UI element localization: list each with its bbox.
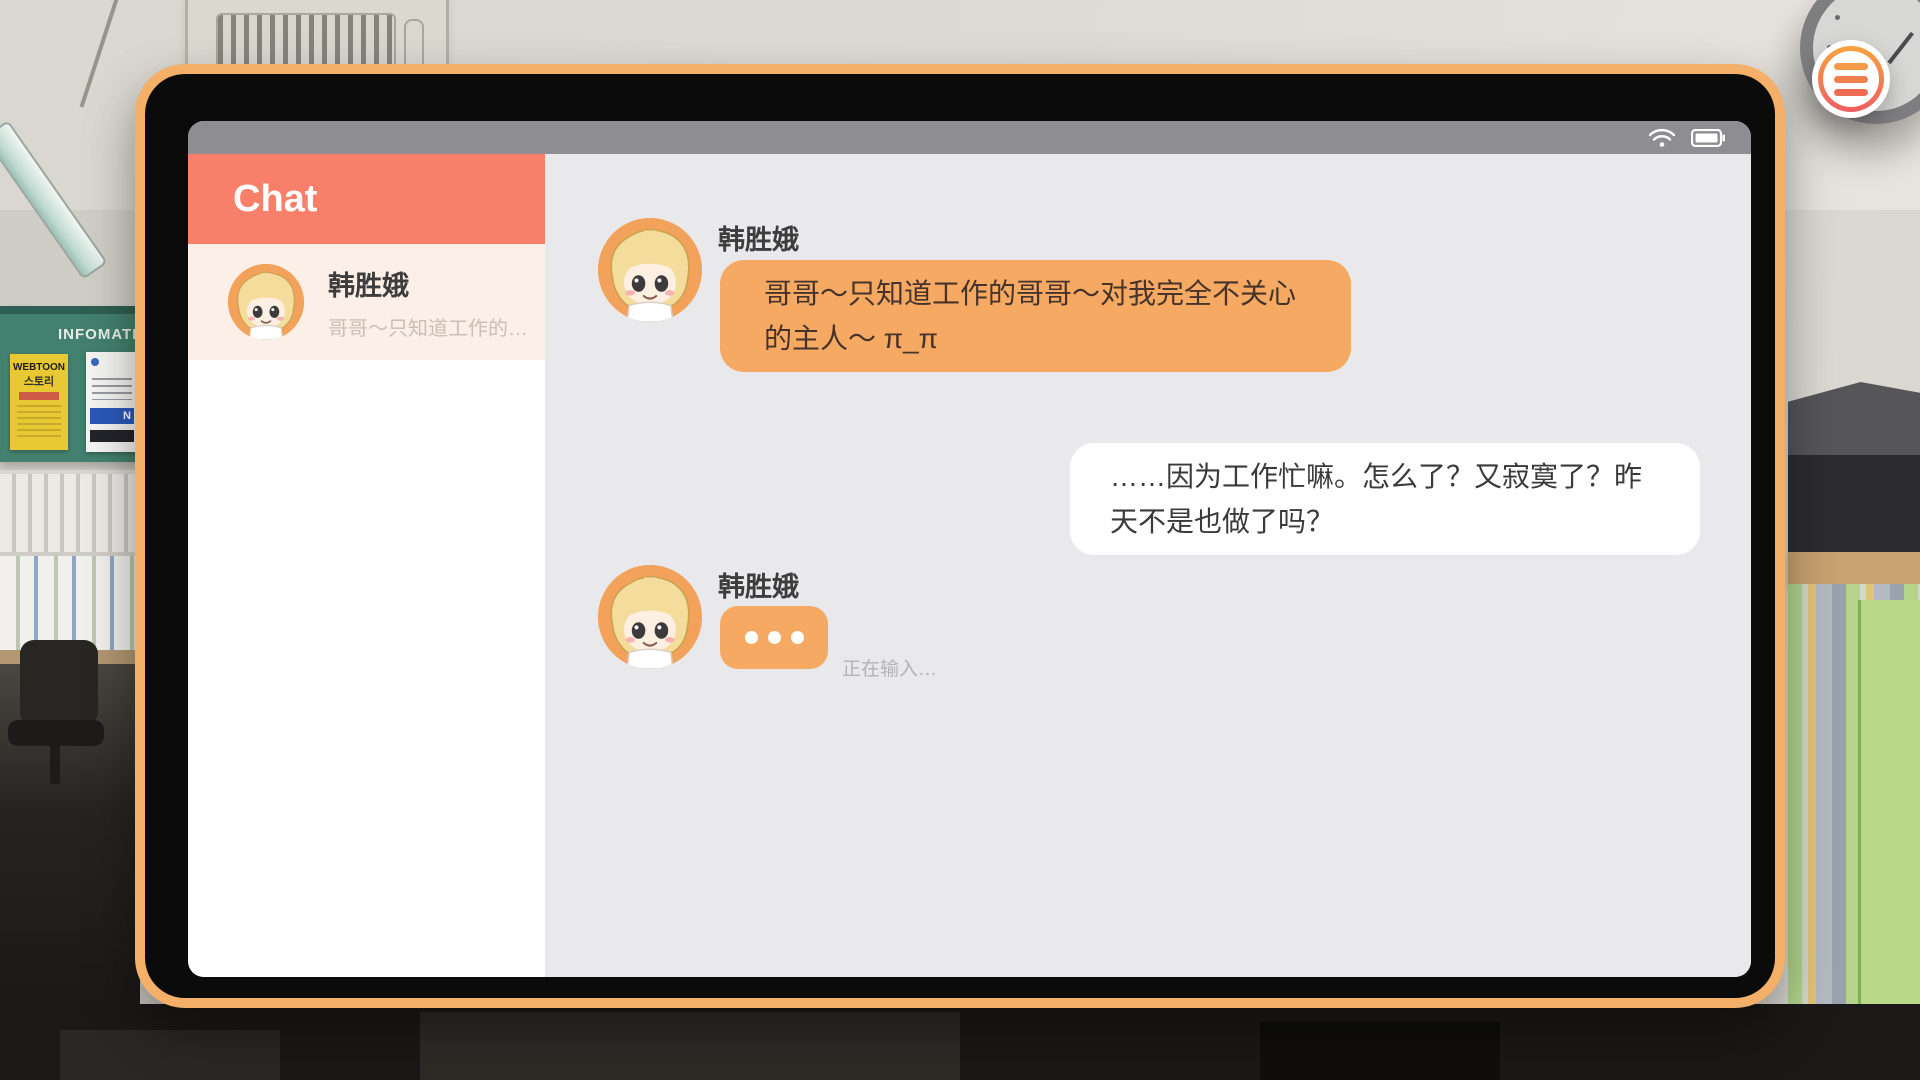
status-bar — [188, 121, 1751, 154]
poster-title: WEBTOON — [10, 362, 68, 373]
green-binder — [1858, 600, 1920, 1008]
message-avatar — [598, 218, 702, 322]
sidebar-title: Chat — [233, 178, 317, 221]
tablet-screen: Chat — [188, 121, 1751, 977]
chat-sidebar: Chat — [188, 154, 545, 977]
clock-hand — [1887, 32, 1914, 64]
chat-message-area: 韩胜娥 哥哥～只知道工作的哥哥～对我完全不关心的主人～ π_π ……因为工作忙嘛… — [545, 154, 1751, 977]
notice-poster: N — [86, 352, 138, 452]
contact-preview: 哥哥～只知道工作的… — [328, 312, 528, 341]
message-sender-name: 韩胜娥 — [718, 218, 799, 257]
desk-silhouette — [60, 1030, 280, 1080]
notice-poster-label: N — [90, 408, 134, 424]
left-binders — [0, 556, 138, 652]
typing-indicator-bubble — [720, 606, 828, 669]
battery-icon — [1691, 129, 1725, 147]
sidebar-header: Chat — [188, 154, 545, 244]
window-blinds — [0, 470, 138, 552]
typing-dot — [745, 631, 758, 644]
office-chair — [2, 640, 110, 800]
contact-list-item[interactable]: 韩胜娥 哥哥～只知道工作的… — [188, 244, 545, 360]
menu-button[interactable] — [1812, 40, 1890, 118]
typing-dot — [791, 631, 804, 644]
desk-silhouette — [1260, 1022, 1500, 1080]
typing-dot — [768, 631, 781, 644]
office-scene: INFOMATION WEBTOON 스토리 N — [0, 0, 1920, 1080]
wifi-icon — [1649, 128, 1675, 148]
message-avatar — [598, 565, 702, 669]
incoming-message-bubble: 哥哥～只知道工作的哥哥～对我完全不关心的主人～ π_π — [720, 260, 1351, 372]
poster-subtitle: 스토리 — [10, 373, 68, 389]
hamburger-menu-icon — [1823, 51, 1879, 107]
webtoon-poster: WEBTOON 스토리 — [10, 354, 68, 450]
menu-button-ring — [1818, 46, 1884, 112]
bulletin-board: INFOMATION WEBTOON 스토리 N — [0, 306, 138, 462]
contact-avatar — [228, 264, 304, 340]
right-shelf-plank — [1788, 552, 1920, 586]
tablet-bezel: Chat — [145, 74, 1775, 998]
contact-name: 韩胜娥 — [328, 264, 528, 303]
tablet-device: Chat — [135, 64, 1785, 1008]
printer-body — [1788, 455, 1920, 560]
typing-status-label: 正在输入… — [842, 654, 937, 681]
outgoing-message-bubble: ……因为工作忙嘛。怎么了？又寂寞了？昨天不是也做了吗？ — [1070, 443, 1700, 555]
message-sender-name: 韩胜娥 — [718, 565, 799, 604]
floor — [0, 1004, 1920, 1080]
desk-silhouette — [420, 1012, 960, 1080]
